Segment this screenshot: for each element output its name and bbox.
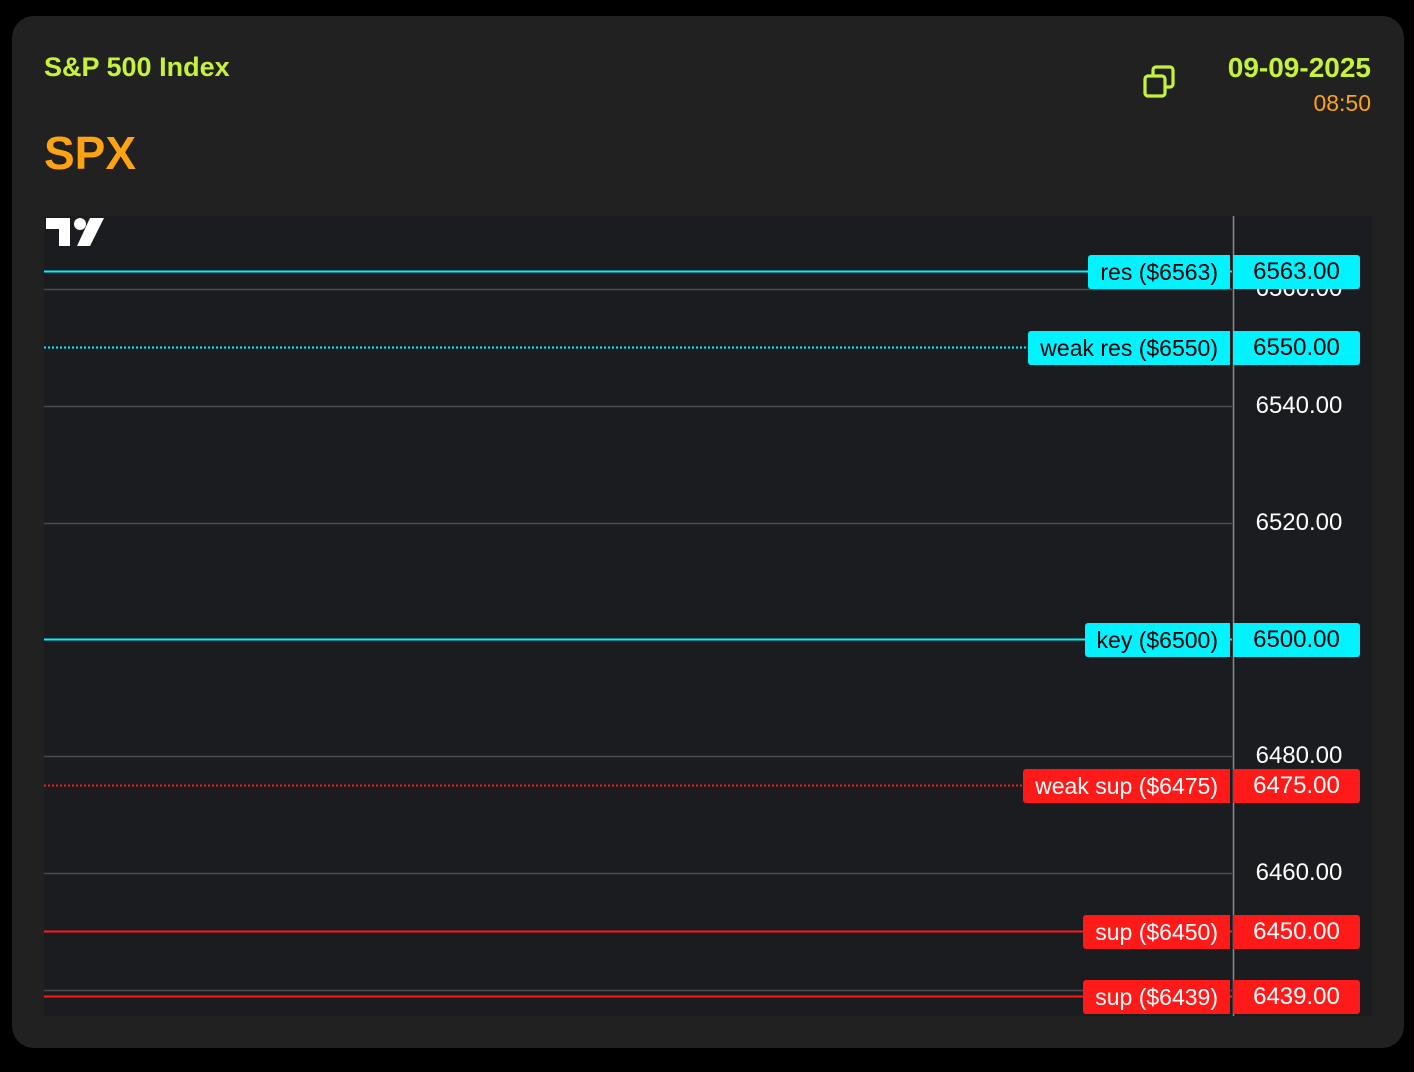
chart-card: S&P 500 Index SPX 09-09-2025 08:50 6560.… (12, 16, 1404, 1048)
price-badge: 6439.00 (1233, 979, 1360, 1014)
date-text: 09-09-2025 (1227, 52, 1371, 83)
price-badge: 6500.00 (1233, 622, 1360, 657)
level-label[interactable]: sup ($6450) (1083, 914, 1230, 949)
ticker-symbol: SPX (44, 127, 137, 179)
y-tick-label: 6520.00 (1255, 508, 1343, 536)
price-badge: 6550.00 (1233, 330, 1360, 365)
price-chart[interactable]: 6560.006540.006520.006500.006480.006460.… (44, 216, 1372, 1016)
y-tick-label: 6540.00 (1255, 391, 1343, 419)
level-label[interactable]: key ($6500) (1084, 622, 1230, 657)
price-badge: 6563.00 (1233, 254, 1360, 289)
level-label[interactable]: weak res ($6550) (1028, 330, 1230, 365)
price-badge: 6475.00 (1233, 768, 1360, 803)
level-label[interactable]: res ($6563) (1088, 254, 1230, 289)
level-label[interactable]: sup ($6439) (1083, 979, 1230, 1014)
price-badge: 6450.00 (1233, 914, 1360, 949)
copy-icon[interactable] (1140, 62, 1180, 102)
index-name: S&P 500 Index (44, 52, 230, 82)
y-tick-label: 6480.00 (1255, 741, 1343, 769)
tradingview-logo-icon (46, 218, 104, 246)
level-label[interactable]: weak sup ($6475) (1023, 768, 1230, 803)
time-text: 08:50 (1313, 90, 1371, 116)
y-tick-label: 6460.00 (1255, 858, 1343, 886)
